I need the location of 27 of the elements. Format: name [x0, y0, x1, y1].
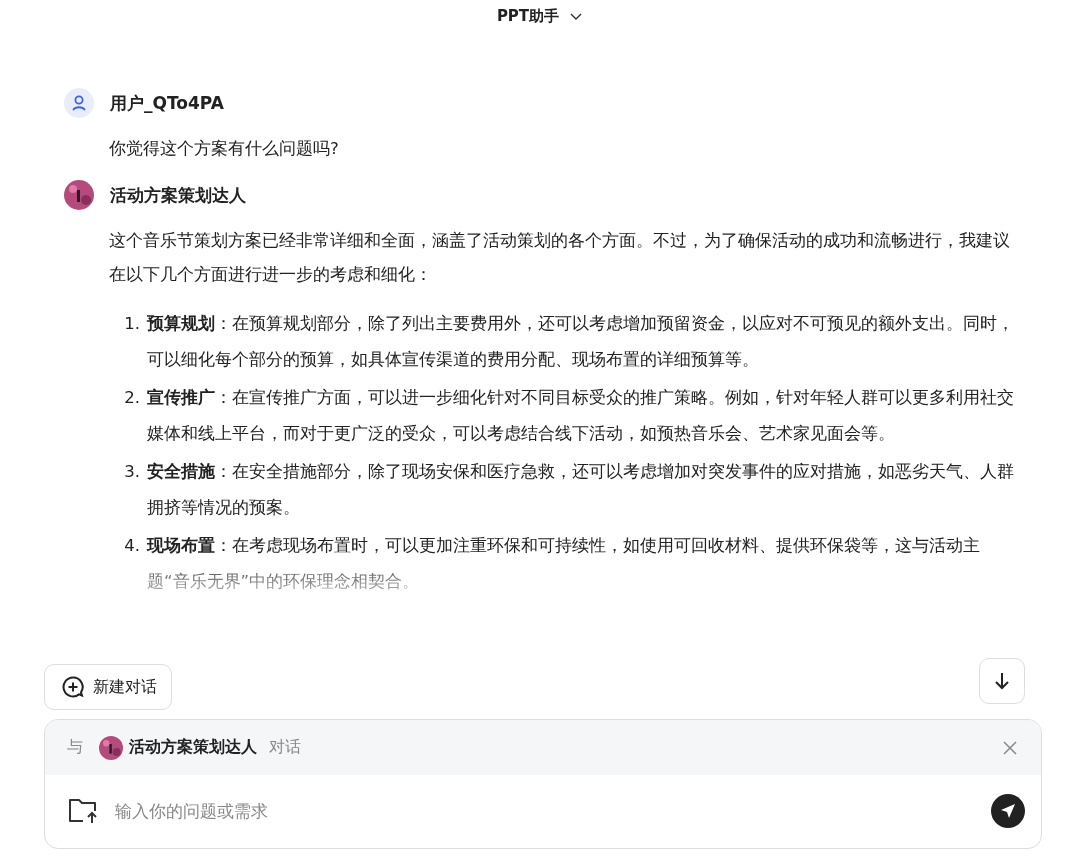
list-number: 1. [123, 313, 141, 335]
chat-label: 对话 [269, 737, 301, 758]
new-chat-button[interactable]: 新建对话 [44, 664, 172, 710]
agent-name: 活动方案策划达人 [129, 737, 257, 758]
message-text: 这个音乐节策划方案已经非常详细和全面，涵盖了活动策划的各个方面。不过，为了确保活动的成功和流畅进行，我建议在以下几个方面进行进一步的考虑和细化： [109, 230, 1011, 286]
send-button[interactable] [991, 794, 1025, 828]
author-name: 活动方案策划达人 [110, 183, 246, 207]
folder-upload-icon[interactable] [67, 797, 99, 825]
bot-avatar [99, 735, 123, 760]
list-item-text: 安全措施：在安全措施部分，除了现场安保和医疗急救，还可以考虑增加对突发事件的应对措施，如恶劣天气、人群拥挤等情况的预案。 [147, 461, 1015, 519]
list-number: 4. [123, 535, 141, 557]
list-item-text: 现场布置：在考虑现场布置时，可以更加注重环保和可持续性，如使用可回收材料、提供环保袋等，这与活动主题“音乐无界”中的环保理念相契合。 [147, 535, 981, 593]
author-name: 用户_QTo4PA [110, 91, 224, 115]
list-item-text: 宣传推广：在宣传推广方面，可以进一步细化针对不同目标受众的推广策略。例如，针对年轻人群可以更多利用社交媒体和线上平台，而对于更广泛的受众，可以考虑结合线下活动，如预热音乐会、艺术家见面会等。 [147, 387, 1015, 445]
question-input-field[interactable]: 输入你的问题或需求 [113, 800, 977, 822]
send-icon [999, 802, 1017, 820]
scroll-down-button[interactable] [979, 658, 1025, 704]
user-avatar-icon [64, 88, 94, 118]
bot-avatar [64, 180, 94, 210]
add-chat-icon [61, 675, 85, 699]
list-item-text: 预算规划：在预算规划部分，除了列出主要费用外，还可以考虑增加预留资金，以应对不可预见的额外支出。同时，可以细化每个部分的预算，如具体宣传渠道的费用分配、现场布置的详细预算等。 [147, 313, 1015, 371]
assistant-title[interactable]: PPT助手 [496, 6, 560, 26]
close-icon[interactable] [1001, 738, 1019, 757]
message-text: 你觉得这个方案有什么问题吗? [109, 138, 340, 160]
list-number: 2. [123, 387, 141, 409]
list-number: 3. [123, 461, 141, 483]
with-label: 与 [67, 737, 83, 758]
